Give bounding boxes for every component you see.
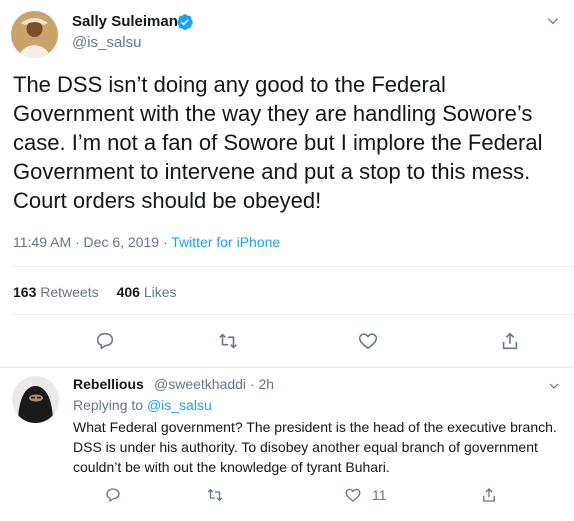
divider (13, 314, 574, 315)
reply-like-count: 11 (372, 487, 387, 503)
like-icon[interactable] (344, 486, 362, 504)
divider (13, 266, 574, 267)
likes-count: 406 (116, 284, 140, 300)
verified-badge-icon (177, 14, 193, 30)
replying-to-link[interactable]: @is_salsu (147, 397, 212, 413)
reply-icon[interactable] (104, 486, 122, 504)
retweet-icon[interactable] (217, 330, 239, 352)
likes-stat[interactable]: 406 Likes (117, 284, 177, 300)
tweet-stats: 163 Retweets 406 Likes (13, 284, 177, 300)
share-icon[interactable] (480, 486, 498, 504)
author-name[interactable]: Sally Suleiman (72, 13, 178, 30)
likes-label: Likes (143, 284, 177, 300)
tweet-source[interactable]: Twitter for iPhone (171, 234, 280, 250)
replying-to-prefix: Replying to (73, 397, 147, 413)
chevron-down-icon[interactable] (548, 380, 560, 392)
chevron-down-icon[interactable] (546, 14, 560, 28)
tweet-text: The DSS isn’t doing any good to the Fede… (13, 72, 543, 213)
reply-author-handle[interactable]: @sweetkhaddi · 2h (154, 376, 274, 392)
reply-avatar[interactable] (12, 376, 59, 423)
retweets-count: 163 (13, 284, 37, 300)
reply-icon[interactable] (94, 330, 116, 352)
reply-author-name[interactable]: Rebellious (73, 376, 144, 392)
retweets-label: Retweets (40, 284, 99, 300)
replying-to: Replying to @is_salsu (73, 397, 212, 413)
share-icon[interactable] (499, 330, 521, 352)
retweets-stat[interactable]: 163 Retweets (13, 284, 99, 300)
avatar[interactable] (11, 11, 58, 58)
like-icon[interactable] (357, 330, 379, 352)
tweet-timestamp[interactable]: 11:49 AM · Dec 6, 2019 · (13, 234, 171, 250)
main-tweet: Sally Suleiman @is_salsu The DSS isn’t d… (0, 0, 574, 368)
author-handle[interactable]: @is_salsu (72, 34, 141, 51)
retweet-icon[interactable] (206, 486, 224, 504)
tweet-meta: 11:49 AM · Dec 6, 2019 · Twitter for iPh… (13, 234, 280, 250)
reply-text: What Federal government? The president i… (73, 419, 557, 475)
